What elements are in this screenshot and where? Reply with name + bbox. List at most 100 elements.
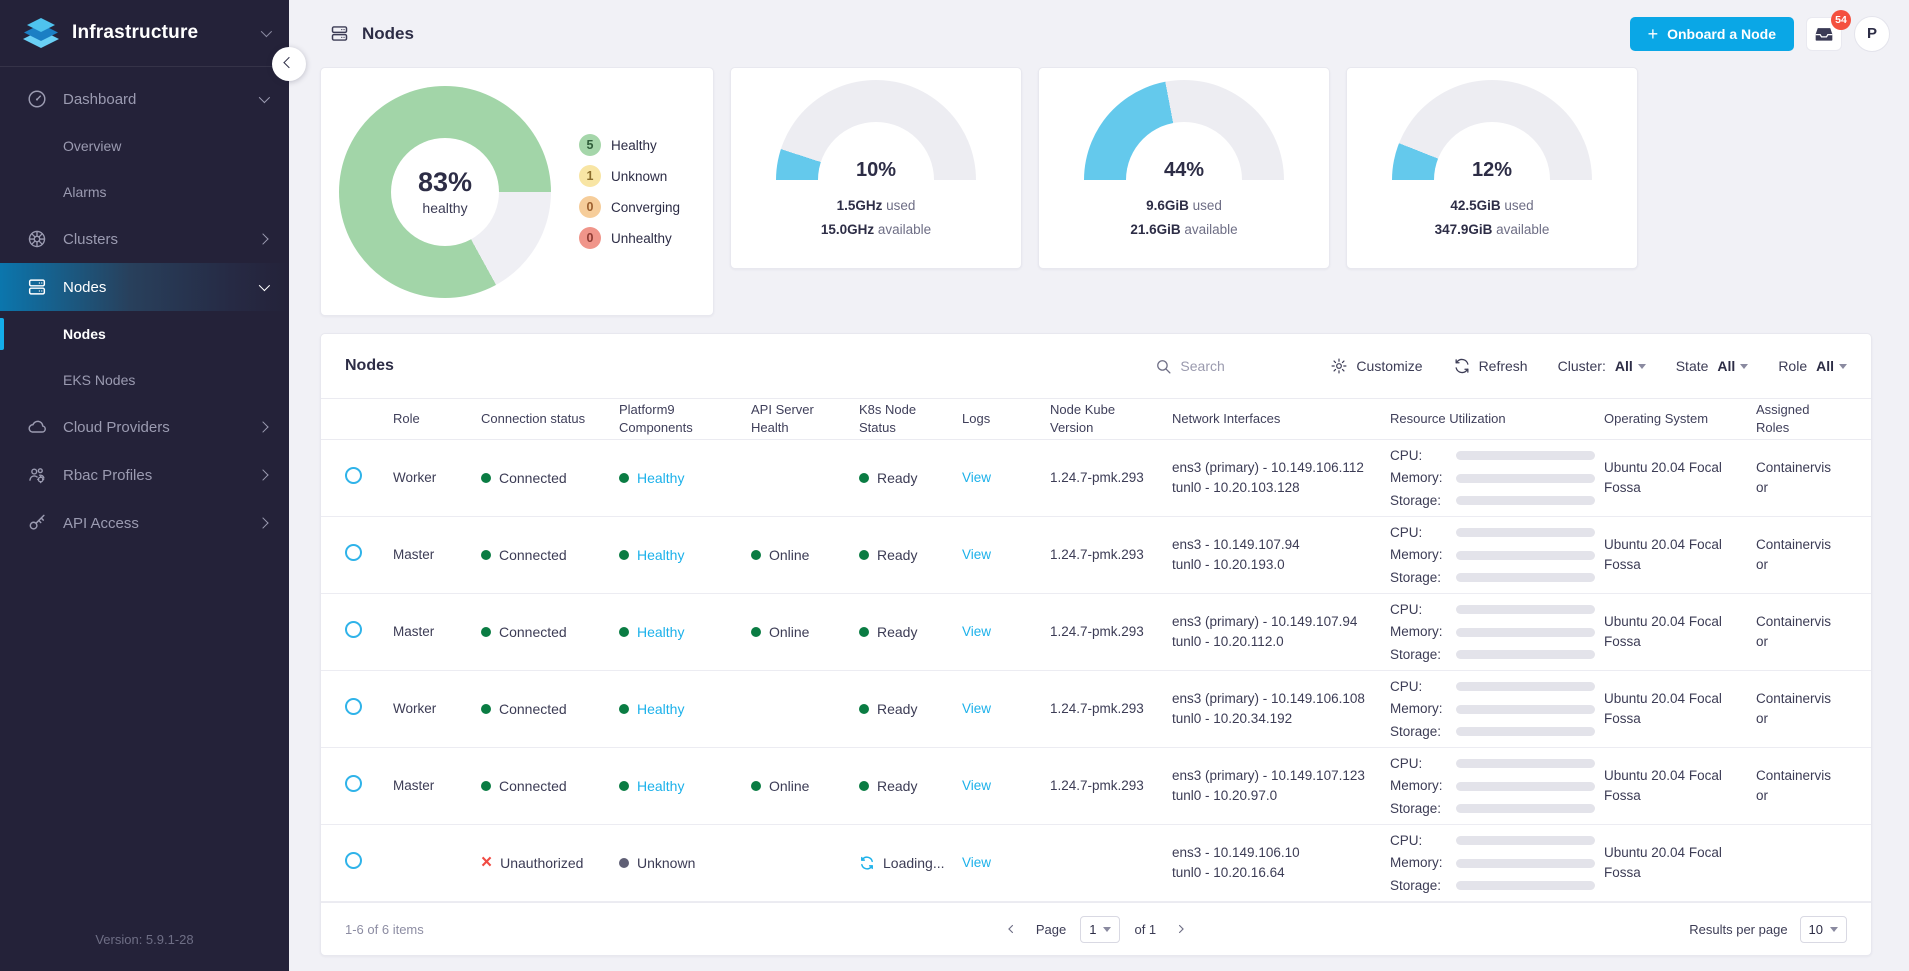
status-dot-green (481, 781, 491, 791)
cluster-filter-dropdown[interactable]: All (1615, 358, 1646, 374)
sidebar-item-nodes[interactable]: Nodes (0, 263, 289, 311)
avatar[interactable]: P (1854, 16, 1890, 52)
page-select[interactable]: 1 (1080, 916, 1120, 943)
row-radio-button[interactable] (345, 852, 362, 869)
state-filter-dropdown[interactable]: All (1717, 358, 1748, 374)
status-dot-gray (619, 858, 629, 868)
row-select-cell (345, 698, 393, 721)
items-summary: 1-6 of 6 items (345, 922, 1000, 937)
utilization-label: Memory: (1390, 853, 1456, 873)
utilization-bar (1456, 573, 1595, 582)
row-radio-button[interactable] (345, 698, 362, 715)
platform9-components-cell: Unknown (619, 853, 751, 873)
column-header: Assigned Roles (1756, 401, 1847, 436)
sidebar-item-rbac-profiles[interactable]: Rbac Profiles (0, 451, 289, 499)
k8s-node-status-cell-text: Ready (877, 468, 917, 488)
row-select-cell (345, 467, 393, 490)
utilization-bar (1456, 804, 1595, 813)
next-page-button[interactable] (1170, 918, 1192, 940)
utilization-row: Storage: (1390, 799, 1594, 819)
platform9-components-cell-link[interactable]: Healthy (637, 545, 684, 565)
operating-system-cell: Ubuntu 20.04 Focal Fossa (1604, 458, 1756, 497)
results-per-page-select[interactable]: 10 (1800, 916, 1847, 943)
table-body: WorkerConnectedHealthyReadyView1.24.7-pm… (321, 440, 1871, 902)
caret-down-icon (1638, 364, 1646, 369)
legend-label: Healthy (611, 138, 657, 153)
utilization-label: Memory: (1390, 468, 1456, 488)
row-radio-button[interactable] (345, 621, 362, 638)
sidebar-item-alarms[interactable]: Alarms (0, 169, 289, 215)
status-dot-green (859, 473, 869, 483)
gauge-percentage: 44% (1084, 159, 1284, 180)
gauge-card-1: 44%9.6GiB used21.6GiB available (1038, 67, 1330, 269)
resource-utilization-cell: CPU:Memory:Storage: (1390, 520, 1604, 591)
legend-count-badge: 0 (579, 196, 601, 218)
notifications-button[interactable]: 54 (1806, 17, 1842, 51)
k8s-node-status-cell: Ready (859, 699, 962, 719)
resource-utilization-cell: CPU:Memory:Storage: (1390, 674, 1604, 745)
customize-button[interactable]: Customize (1330, 357, 1422, 375)
network-interfaces-cell: ens3 - 10.149.107.94tunl0 - 10.20.193.0 (1172, 535, 1390, 574)
sidebar-item-eks-nodes[interactable]: EKS Nodes (0, 357, 289, 403)
view-logs-link[interactable]: View (962, 470, 991, 485)
caret-down-icon (1103, 927, 1111, 932)
chevron-down-icon[interactable] (261, 26, 272, 37)
row-radio-button[interactable] (345, 544, 362, 561)
connection-status-cell: Connected (481, 776, 619, 796)
row-radio-button[interactable] (345, 467, 362, 484)
role-cell: Worker (393, 699, 481, 719)
onboard-node-button[interactable]: + Onboard a Node (1630, 17, 1794, 51)
sidebar-item-label: Clusters (63, 231, 244, 248)
health-legend: 5Healthy1Unknown0Converging0Unhealthy (579, 134, 680, 249)
platform9-components-cell-link[interactable]: Healthy (637, 699, 684, 719)
sidebar-item-nodes-sub[interactable]: Nodes (0, 311, 289, 357)
view-logs-link[interactable]: View (962, 778, 991, 793)
status-dot-green (619, 550, 629, 560)
nodes-page-icon (329, 23, 350, 44)
table-toolbar: Nodes Customize Refresh (321, 334, 1871, 398)
column-header: Operating System (1604, 410, 1756, 428)
view-logs-link[interactable]: View (962, 701, 991, 716)
role-filter-dropdown[interactable]: All (1816, 358, 1847, 374)
chevron-left-icon (1004, 922, 1018, 936)
gauge-chart: 44% (1084, 80, 1284, 180)
search-input[interactable] (1180, 358, 1300, 374)
refresh-button[interactable]: Refresh (1453, 357, 1528, 375)
interface-line: tunl0 - 10.20.193.0 (1172, 555, 1380, 575)
logs-cell: View (962, 545, 1050, 565)
kube-version-cell: 1.24.7-pmk.293 (1050, 622, 1172, 642)
platform9-components-cell-link[interactable]: Healthy (637, 468, 684, 488)
utilization-row: CPU: (1390, 446, 1594, 466)
sidebar-item-overview[interactable]: Overview (0, 123, 289, 169)
view-logs-link[interactable]: View (962, 855, 991, 870)
status-dot-green (481, 704, 491, 714)
sidebar-item-clusters[interactable]: Clusters (0, 215, 289, 263)
legend-count-badge: 0 (579, 227, 601, 249)
utilization-label: CPU: (1390, 523, 1456, 543)
utilization-row: Memory: (1390, 853, 1594, 873)
row-radio-button[interactable] (345, 775, 362, 792)
k8s-node-status-cell-text: Ready (877, 776, 917, 796)
sidebar-collapse-button[interactable] (272, 47, 306, 81)
sidebar-item-label: API Access (63, 515, 244, 532)
status-dot-green (619, 704, 629, 714)
search-box[interactable] (1155, 358, 1300, 375)
view-logs-link[interactable]: View (962, 547, 991, 562)
platform9-components-cell-link[interactable]: Healthy (637, 776, 684, 796)
gauge-details: 1.5GHz used15.0GHz available (731, 194, 1021, 243)
chevron-down-icon (259, 280, 270, 291)
sidebar-item-cloud-providers[interactable]: Cloud Providers (0, 403, 289, 451)
status-dot-green (481, 627, 491, 637)
interface-line: tunl0 - 10.20.16.64 (1172, 863, 1380, 883)
sidebar-item-api-access[interactable]: API Access (0, 499, 289, 547)
utilization-row: Memory: (1390, 699, 1594, 719)
api-server-health-cell-text: Online (769, 776, 809, 796)
utilization-label: Memory: (1390, 699, 1456, 719)
k8s-node-status-cell: Ready (859, 468, 962, 488)
platform9-components-cell-link[interactable]: Healthy (637, 622, 684, 642)
view-logs-link[interactable]: View (962, 624, 991, 639)
previous-page-button[interactable] (1000, 918, 1022, 940)
sidebar-item-dashboard[interactable]: Dashboard (0, 75, 289, 123)
k8s-node-status-cell: Ready (859, 622, 962, 642)
network-interfaces-cell: ens3 (primary) - 10.149.106.108tunl0 - 1… (1172, 689, 1390, 728)
